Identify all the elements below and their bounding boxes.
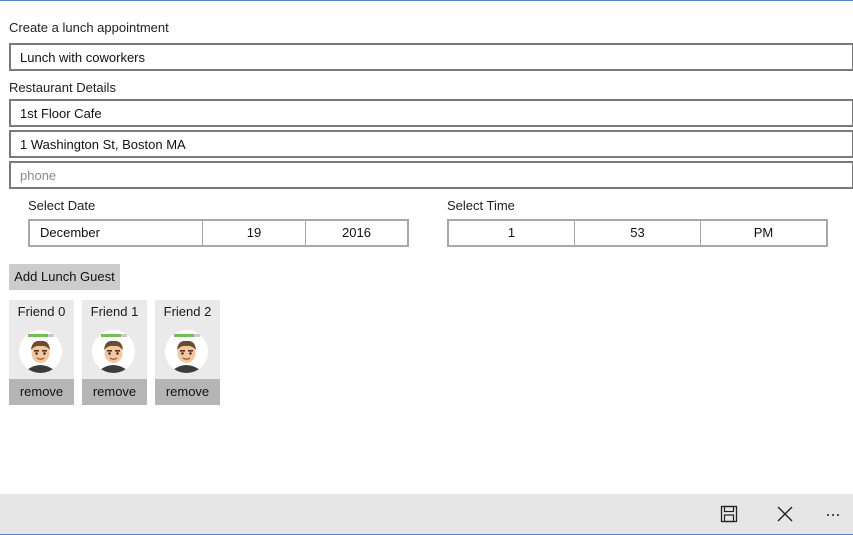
date-picker[interactable]: December 19 2016 [28, 219, 409, 247]
guest-card-2: Friend 2 remove [155, 300, 220, 405]
date-picker-label: Select Date [28, 198, 96, 213]
phone-input[interactable] [20, 163, 852, 187]
time-hour[interactable]: 1 [449, 221, 575, 245]
remove-guest-button[interactable]: remove [155, 379, 220, 405]
phone-field[interactable] [9, 161, 853, 189]
avatar [19, 330, 62, 373]
date-year[interactable]: 2016 [306, 221, 407, 245]
guest-name: Friend 0 [17, 304, 66, 319]
remove-guest-button[interactable]: remove [82, 379, 147, 405]
time-picker[interactable]: 1 53 PM [447, 219, 828, 247]
window-top-border [0, 0, 853, 1]
guest-card-0: Friend 0 remove [9, 300, 74, 405]
address-field[interactable] [9, 130, 853, 158]
command-bar [0, 494, 853, 535]
restaurant-section-label: Restaurant Details [9, 80, 116, 95]
cancel-icon[interactable] [776, 505, 794, 523]
remove-guest-button[interactable]: remove [9, 379, 74, 405]
form-header: Create a lunch appointment [9, 20, 169, 35]
guest-name: Friend 1 [90, 304, 139, 319]
date-month[interactable]: December [30, 221, 203, 245]
restaurant-name-input[interactable] [20, 101, 852, 125]
avatar [92, 330, 135, 373]
date-day[interactable]: 19 [203, 221, 306, 245]
cartoon-face-icon [173, 334, 200, 373]
time-period[interactable]: PM [701, 221, 826, 245]
more-icon[interactable] [825, 505, 843, 523]
avatar [165, 330, 208, 373]
guest-name: Friend 2 [163, 304, 212, 319]
time-minute[interactable]: 53 [575, 221, 701, 245]
address-input[interactable] [20, 132, 852, 156]
time-picker-label: Select Time [447, 198, 515, 213]
add-lunch-guest-button[interactable]: Add Lunch Guest [9, 264, 120, 290]
subject-input[interactable] [20, 45, 852, 69]
cartoon-face-icon [27, 334, 54, 373]
cartoon-face-icon [100, 334, 127, 373]
subject-field[interactable] [9, 43, 853, 71]
guest-card-1: Friend 1 remove [82, 300, 147, 405]
restaurant-name-field[interactable] [9, 99, 853, 127]
save-icon[interactable] [720, 505, 738, 523]
